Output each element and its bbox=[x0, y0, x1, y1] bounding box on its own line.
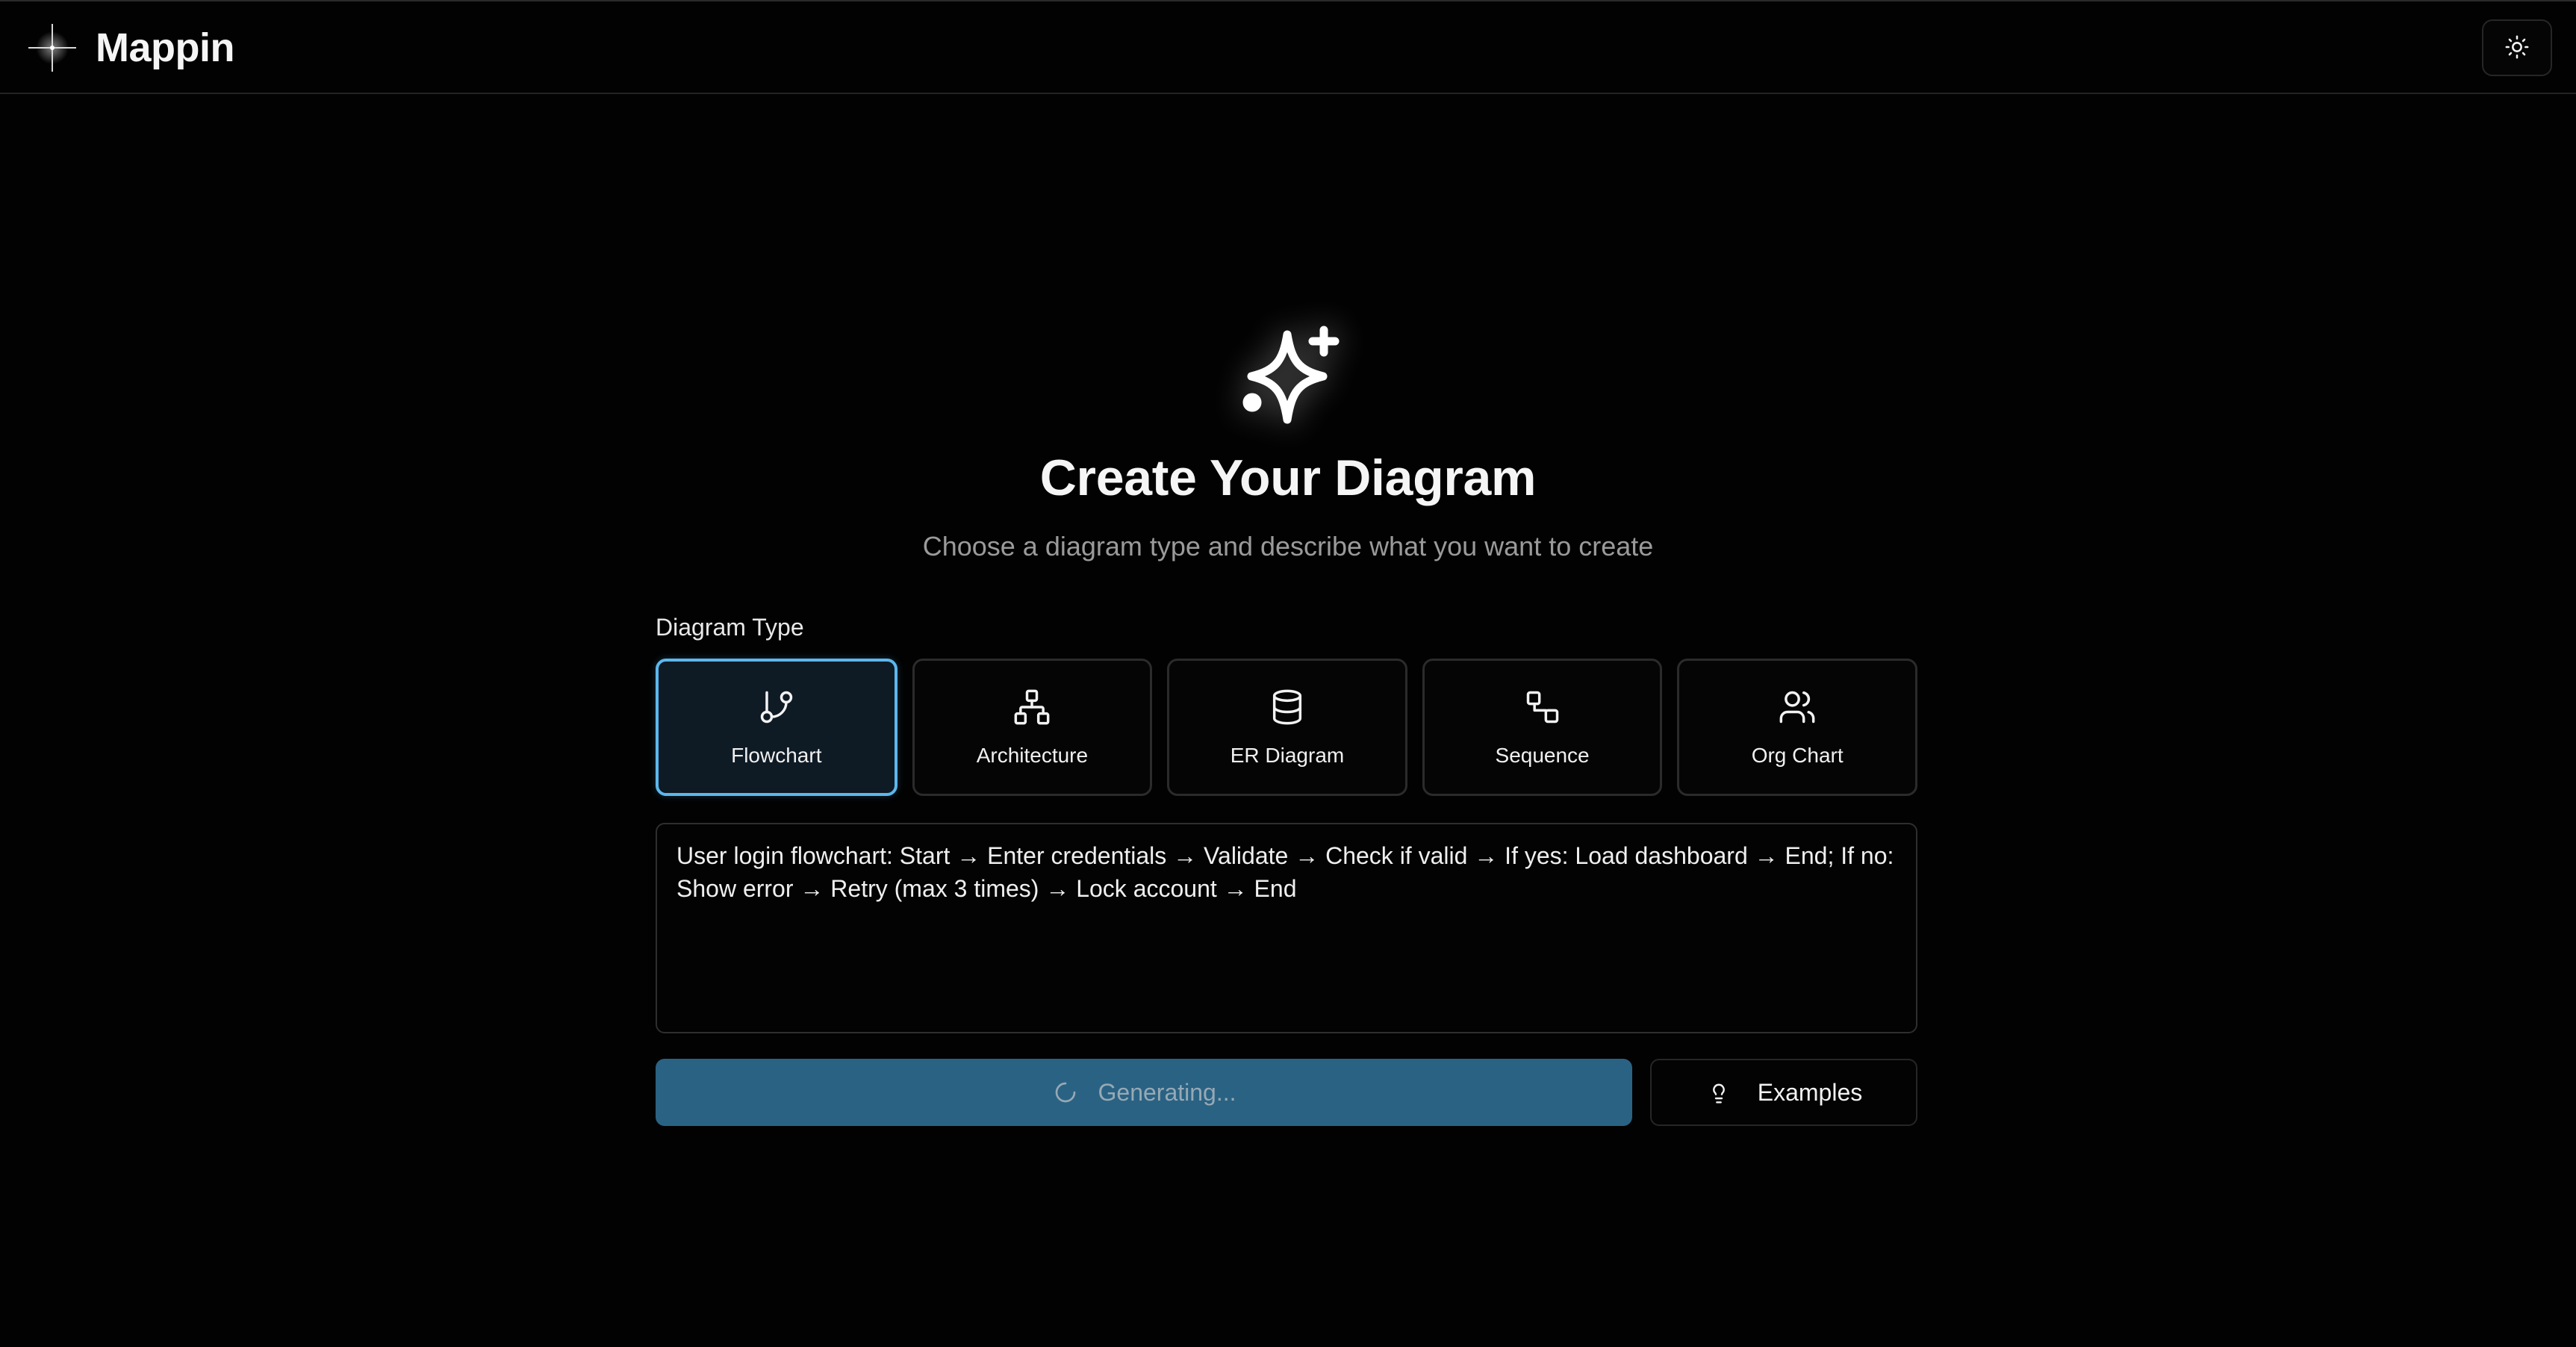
sequence-icon bbox=[1522, 686, 1564, 728]
sparkle-logo-icon bbox=[27, 22, 78, 73]
sun-icon bbox=[2504, 34, 2530, 62]
git-branch-icon bbox=[756, 686, 797, 728]
diagram-type-flowchart[interactable]: Flowchart bbox=[656, 659, 897, 796]
top-bar: Mappin bbox=[0, 1, 2576, 94]
diagram-type-label-text: Architecture bbox=[976, 744, 1089, 767]
network-icon bbox=[1011, 686, 1053, 728]
diagram-type-label-text: ER Diagram bbox=[1230, 744, 1345, 767]
diagram-type-label-text: Sequence bbox=[1495, 744, 1590, 767]
lightbulb-icon bbox=[1705, 1079, 1732, 1106]
page-subtitle: Choose a diagram type and describe what … bbox=[922, 531, 1654, 561]
loader-icon bbox=[1052, 1079, 1079, 1106]
diagram-type-er-diagram[interactable]: ER Diagram bbox=[1167, 659, 1407, 796]
generate-button-label: Generating... bbox=[1098, 1078, 1236, 1106]
diagram-type-org-chart[interactable]: Org Chart bbox=[1677, 659, 1917, 796]
diagram-type-label: Diagram Type bbox=[656, 614, 804, 641]
diagram-type-architecture[interactable]: Architecture bbox=[912, 659, 1153, 796]
diagram-type-label-text: Flowchart bbox=[731, 744, 822, 767]
diagram-type-label-text: Org Chart bbox=[1751, 744, 1844, 767]
diagram-description-input[interactable]: User login flowchart: Start → Enter cred… bbox=[656, 823, 1917, 1033]
page-title: Create Your Diagram bbox=[1039, 449, 1537, 506]
database-icon bbox=[1266, 686, 1308, 728]
app-title: Mappin bbox=[96, 25, 234, 70]
users-icon bbox=[1776, 686, 1818, 728]
examples-button-label: Examples bbox=[1757, 1078, 1863, 1106]
app-root: Mappin Create Your Diagram Choose a diag… bbox=[0, 0, 2576, 1347]
generate-button[interactable]: Generating... bbox=[656, 1059, 1632, 1126]
diagram-type-selector: Flowchart Architecture ER Diagram Sequen… bbox=[656, 659, 1917, 796]
theme-toggle-button[interactable] bbox=[2482, 19, 2552, 76]
sparkles-icon bbox=[1225, 315, 1351, 442]
diagram-type-sequence[interactable]: Sequence bbox=[1422, 659, 1663, 796]
examples-button[interactable]: Examples bbox=[1650, 1059, 1917, 1126]
